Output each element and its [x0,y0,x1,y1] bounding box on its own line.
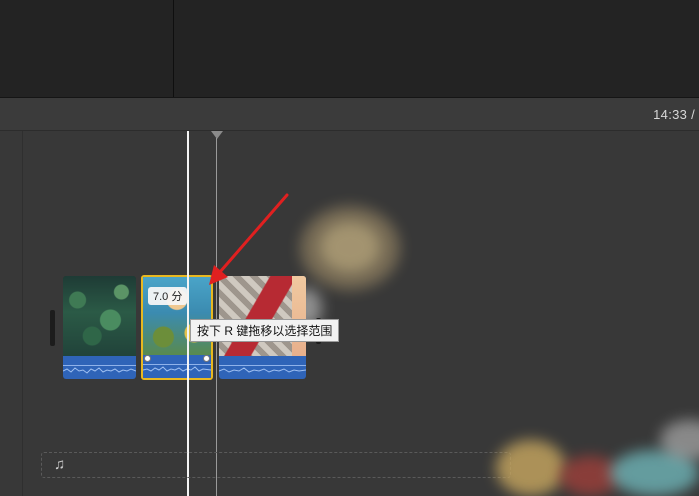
music-note-icon: ♫ [54,456,66,473]
annotation-arrow-icon [209,193,289,285]
background-music-well[interactable]: ♫ [41,452,511,478]
blurred-overlay [496,440,566,496]
